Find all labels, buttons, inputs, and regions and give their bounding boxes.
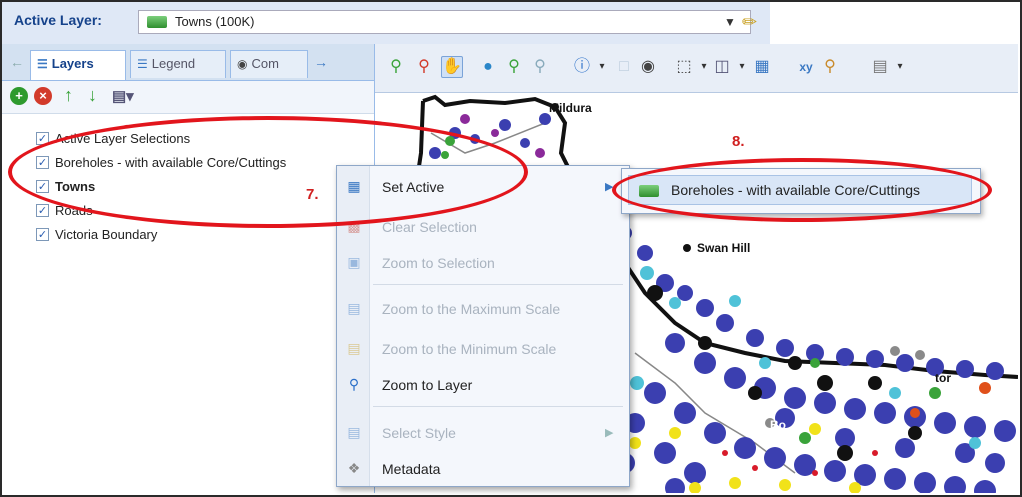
tab-scroll-left-icon[interactable]: ←: [10, 54, 24, 70]
chevron-down-icon[interactable]: ▼: [724, 12, 740, 32]
table-icon[interactable]: ▦: [751, 56, 773, 78]
print-dropdown-icon[interactable]: ▾: [889, 56, 911, 78]
active-layer-label: Active Layer:: [14, 12, 102, 28]
move-up-icon[interactable]: ↑: [64, 85, 73, 106]
magnifier-icon: ⚲: [348, 376, 360, 392]
select-style-icon: ▤: [347, 424, 361, 440]
select-rectangle-icon[interactable]: ⬚: [673, 56, 695, 78]
active-layer-select[interactable]: Towns (100K): [138, 10, 751, 34]
tag-icon: ❖: [347, 460, 361, 476]
add-icon[interactable]: +: [10, 87, 28, 105]
annotation-ellipse-8: [612, 158, 992, 222]
remove-icon[interactable]: ×: [34, 87, 52, 105]
annotation-ellipse-7: [8, 116, 528, 228]
pan-hand-icon[interactable]: ✋: [441, 56, 463, 78]
annotation-step-7: 7.: [306, 186, 319, 203]
menu-separator: [373, 406, 623, 407]
submenu-arrow-icon: ▶: [605, 427, 614, 439]
info-dropdown-icon[interactable]: ▾: [591, 56, 613, 78]
zoom-in-icon[interactable]: ⚲: [385, 56, 407, 78]
top-right-blank: [770, 2, 1018, 44]
layers-icon: ☰: [37, 57, 48, 71]
binoculars-icon: ◉: [237, 57, 248, 71]
clear-dropdown-icon[interactable]: ▾: [731, 56, 753, 78]
zoom-min-scale-icon: ▤: [347, 340, 361, 356]
town-label-mildura: Mildura: [549, 101, 592, 115]
annotation-step-8: 8.: [732, 133, 745, 150]
zoom-out-icon[interactable]: ⚲: [413, 56, 435, 78]
menu-item-zoom-max-scale[interactable]: ▤ Zoom to the Maximum Scale: [337, 290, 629, 326]
menu-item-zoom-min-scale[interactable]: ▤ Zoom to the Minimum Scale: [337, 330, 629, 366]
tab-strip: ← ☰ Layers ☰ Legend ◉ Com →: [2, 44, 374, 81]
info-icon[interactable]: ⓘ: [571, 56, 593, 78]
town-label-tor: tor: [935, 371, 951, 385]
measure-icon[interactable]: ⚲: [819, 56, 841, 78]
tab-layers[interactable]: ☰ Layers: [30, 50, 126, 80]
paintbrush-icon[interactable]: ✏: [742, 10, 766, 34]
zoom-max-scale-icon: ▤: [347, 300, 361, 316]
legend-icon: ☰: [137, 57, 148, 71]
print-icon[interactable]: ▤: [869, 56, 891, 78]
previous-extent-icon[interactable]: ⚲: [503, 56, 525, 78]
clear-select-icon[interactable]: ◫: [711, 56, 733, 78]
tab-scroll-right-icon[interactable]: →: [314, 54, 328, 70]
map-toolbar: ⚲ ⚲ ✋ ● ⚲ ⚲ ⓘ ▾ □ ◉ ⬚ ▾ ◫ ▾ ▦ xy ⚲ ▤ ▾: [375, 44, 1018, 93]
town-label-bo: Bo: [770, 418, 786, 432]
binoculars-icon[interactable]: ◉: [637, 56, 659, 78]
menu-item-metadata[interactable]: ❖ Metadata: [337, 450, 629, 486]
zoom-selection-icon: ▣: [347, 254, 361, 270]
left-panel: ← ☰ Layers ☰ Legend ◉ Com → + × ↑ ↓ ▤▾ ✓ Ac…: [2, 44, 375, 493]
xy-coordinate-icon[interactable]: xy: [795, 56, 817, 78]
globe-icon[interactable]: ●: [477, 56, 499, 78]
town-label-swan-hill: Swan Hill: [697, 241, 751, 255]
tab-legend[interactable]: ☰ Legend: [130, 50, 226, 78]
menu-item-zoom-to-layer[interactable]: ⚲ Zoom to Layer: [337, 366, 629, 402]
layer-tree-toolbar: + × ↑ ↓ ▤▾: [2, 81, 374, 114]
layer-swatch-icon: [147, 16, 167, 28]
layer-checkbox[interactable]: ✓: [36, 203, 49, 217]
menu-separator: [373, 284, 623, 285]
next-extent-icon[interactable]: ⚲: [529, 56, 551, 78]
active-layer-value: Towns (100K): [175, 14, 255, 29]
menu-item-select-style[interactable]: ▤ Select Style ▶: [337, 414, 629, 450]
layer-options-icon[interactable]: ▤▾: [112, 87, 134, 105]
layer-checkbox[interactable]: ✓: [36, 227, 49, 241]
move-down-icon[interactable]: ↓: [88, 85, 97, 106]
tab-com[interactable]: ◉ Com: [230, 50, 308, 78]
menu-item-zoom-to-selection[interactable]: ▣ Zoom to Selection: [337, 244, 629, 280]
blank-tool-icon[interactable]: □: [613, 56, 635, 78]
